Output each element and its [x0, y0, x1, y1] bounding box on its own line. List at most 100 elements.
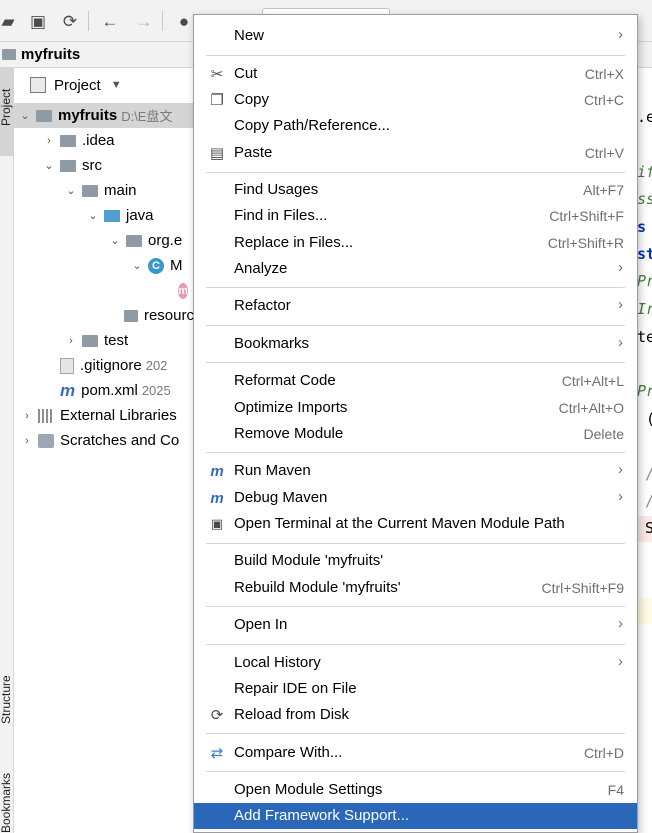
tree-node-meta: 2025 — [141, 383, 171, 398]
expand-arrow-icon[interactable]: ⌄ — [86, 209, 100, 222]
tree-node-label: resourc — [143, 307, 194, 324]
menu-item-reformat-code[interactable]: Reformat Code Ctrl+Alt+L — [194, 368, 637, 394]
tree-node-external-libraries[interactable]: › External Libraries — [14, 403, 194, 428]
menu-item-new[interactable]: New › — [194, 23, 637, 49]
code-fragment: / — [645, 465, 652, 483]
editor-highlight-row — [637, 598, 652, 624]
back-icon[interactable]: ← — [98, 9, 122, 33]
menu-item-shortcut: Delete — [583, 426, 624, 442]
menu-item-repair-ide[interactable]: Repair IDE on File — [194, 676, 637, 702]
expand-arrow-icon[interactable]: ⌄ — [18, 109, 32, 122]
menu-item-remove-module[interactable]: Remove Module Delete — [194, 421, 637, 447]
tree-node-scratches[interactable]: › Scratches and Co — [14, 428, 194, 453]
open-folder-icon[interactable]: ▰ — [0, 9, 20, 33]
code-fragment: Pr — [637, 382, 652, 400]
menu-item-paste[interactable]: ▤ Paste Ctrl+V — [194, 140, 637, 166]
maven-run-icon: m — [210, 462, 224, 480]
package-icon — [126, 234, 142, 247]
menu-item-local-history[interactable]: Local History › — [194, 650, 637, 676]
menu-item-label: Analyze — [234, 260, 288, 277]
left-tool-strip: Project Structure Bookmarks — [0, 68, 14, 833]
menu-item-find-in-files[interactable]: Find in Files... Ctrl+Shift+F — [194, 203, 637, 229]
menu-separator — [206, 606, 625, 607]
menu-item-open-in[interactable]: Open In › — [194, 612, 637, 638]
menu-item-label: Reload from Disk — [234, 706, 350, 723]
menu-separator — [206, 733, 625, 734]
menu-item-open-module-settings[interactable]: Open Module Settings F4 — [194, 777, 637, 803]
menu-item-open-terminal[interactable]: ▣ Open Terminal at the Current Maven Mod… — [194, 511, 637, 537]
expand-arrow-icon[interactable]: ⌄ — [108, 234, 122, 247]
project-tool-label[interactable]: Project — [0, 89, 13, 126]
menu-item-analyze[interactable]: Analyze › — [194, 256, 637, 282]
menu-item-optimize-imports[interactable]: Optimize Imports Ctrl+Alt+O — [194, 395, 637, 421]
tree-node-package[interactable]: ⌄ org.e — [14, 228, 194, 253]
tree-node-pom[interactable]: m pom.xml 2025 — [14, 378, 194, 403]
collapse-arrow-icon[interactable]: › — [20, 410, 34, 422]
code-fragment: te — [637, 328, 652, 346]
tree-node-label: src — [82, 157, 102, 174]
menu-item-label: Open Terminal at the Current Maven Modul… — [234, 515, 565, 532]
code-fragment: Pr — [637, 272, 652, 290]
tree-node-method[interactable]: m — [14, 278, 194, 303]
tree-node-resources[interactable]: resourc — [14, 303, 194, 328]
menu-item-label: Add Framework Support... — [234, 807, 410, 824]
menu-separator — [206, 362, 625, 363]
menu-item-replace-in-files[interactable]: Replace in Files... Ctrl+Shift+R — [194, 230, 637, 256]
tree-node-label: Scratches and Co — [60, 432, 180, 449]
folder-icon — [60, 159, 76, 172]
menu-item-copy[interactable]: ❐ Copy Ctrl+C — [194, 87, 637, 113]
tree-node-label: myfruits — [58, 107, 118, 124]
code-fragment: st — [637, 245, 652, 263]
menu-item-label: Copy Path/Reference... — [234, 117, 390, 134]
structure-tool-label[interactable]: Structure — [0, 675, 13, 724]
menu-item-label: Paste — [234, 144, 273, 161]
tree-node-main[interactable]: ⌄ main — [14, 178, 194, 203]
breadcrumb-project[interactable]: myfruits — [21, 46, 80, 63]
sync-icon[interactable]: ⟳ — [58, 9, 82, 33]
tree-node-label: pom.xml — [81, 382, 138, 399]
menu-item-debug-maven[interactable]: m Debug Maven › — [194, 485, 637, 511]
menu-item-reload-from-disk[interactable]: ⟳ Reload from Disk — [194, 702, 637, 728]
module-folder-icon — [36, 109, 52, 122]
menu-item-compare-with[interactable]: ⇄ Compare With... Ctrl+D — [194, 740, 637, 766]
collapse-arrow-icon[interactable]: › — [64, 335, 78, 347]
menu-item-copy-path[interactable]: Copy Path/Reference... — [194, 113, 637, 139]
project-view-selector[interactable]: Project ▼ — [14, 68, 194, 102]
expand-arrow-icon[interactable]: ⌄ — [42, 159, 56, 172]
collapse-arrow-icon[interactable]: › — [20, 435, 34, 447]
code-fragment: ( — [646, 410, 652, 428]
submenu-arrow-icon: › — [618, 259, 623, 276]
menu-item-find-usages[interactable]: Find Usages Alt+F7 — [194, 177, 637, 203]
menu-item-build-module[interactable]: Build Module 'myfruits' — [194, 548, 637, 574]
menu-item-shortcut: F4 — [607, 782, 624, 798]
menu-separator — [206, 325, 625, 326]
menu-item-shortcut: Ctrl+Shift+R — [547, 235, 624, 251]
save-icon[interactable]: ▣ — [26, 9, 50, 33]
menu-item-refactor[interactable]: Refactor › — [194, 293, 637, 319]
tree-node-label: java — [126, 207, 154, 224]
menu-item-rebuild-module[interactable]: Rebuild Module 'myfruits' Ctrl+Shift+F9 — [194, 575, 637, 601]
tree-node-src[interactable]: ⌄ src — [14, 153, 194, 178]
tree-node-idea[interactable]: › .idea — [14, 128, 194, 153]
menu-item-run-maven[interactable]: m Run Maven › — [194, 458, 637, 484]
menu-separator — [206, 543, 625, 544]
expand-arrow-icon[interactable]: ⌄ — [130, 259, 144, 272]
code-fragment: ss — [637, 190, 652, 208]
menu-item-shortcut: Ctrl+X — [584, 66, 624, 82]
tree-node-java[interactable]: ⌄ java — [14, 203, 194, 228]
collapse-arrow-icon[interactable]: › — [42, 135, 56, 147]
menu-item-label: Build Module 'myfruits' — [234, 552, 384, 569]
tree-node-gitignore[interactable]: .gitignore 202 — [14, 353, 194, 378]
menu-item-cut[interactable]: ✂ Cut Ctrl+X — [194, 61, 637, 87]
tree-node-myfruits[interactable]: ⌄ myfruits D:\E盘文 — [14, 103, 194, 128]
expand-arrow-icon[interactable]: ⌄ — [64, 184, 78, 197]
menu-item-add-framework-support[interactable]: Add Framework Support... — [194, 803, 637, 829]
menu-item-bookmarks[interactable]: Bookmarks › — [194, 331, 637, 357]
forward-icon[interactable]: → — [132, 9, 156, 33]
menu-item-label: Refactor — [234, 297, 291, 314]
chevron-down-icon[interactable]: ▼ — [111, 79, 122, 91]
tree-node-test[interactable]: › test — [14, 328, 194, 353]
bookmarks-tool-label[interactable]: Bookmarks — [0, 773, 13, 833]
tree-node-main-class[interactable]: ⌄ C M — [14, 253, 194, 278]
terminal-icon: ▣ — [210, 516, 224, 531]
